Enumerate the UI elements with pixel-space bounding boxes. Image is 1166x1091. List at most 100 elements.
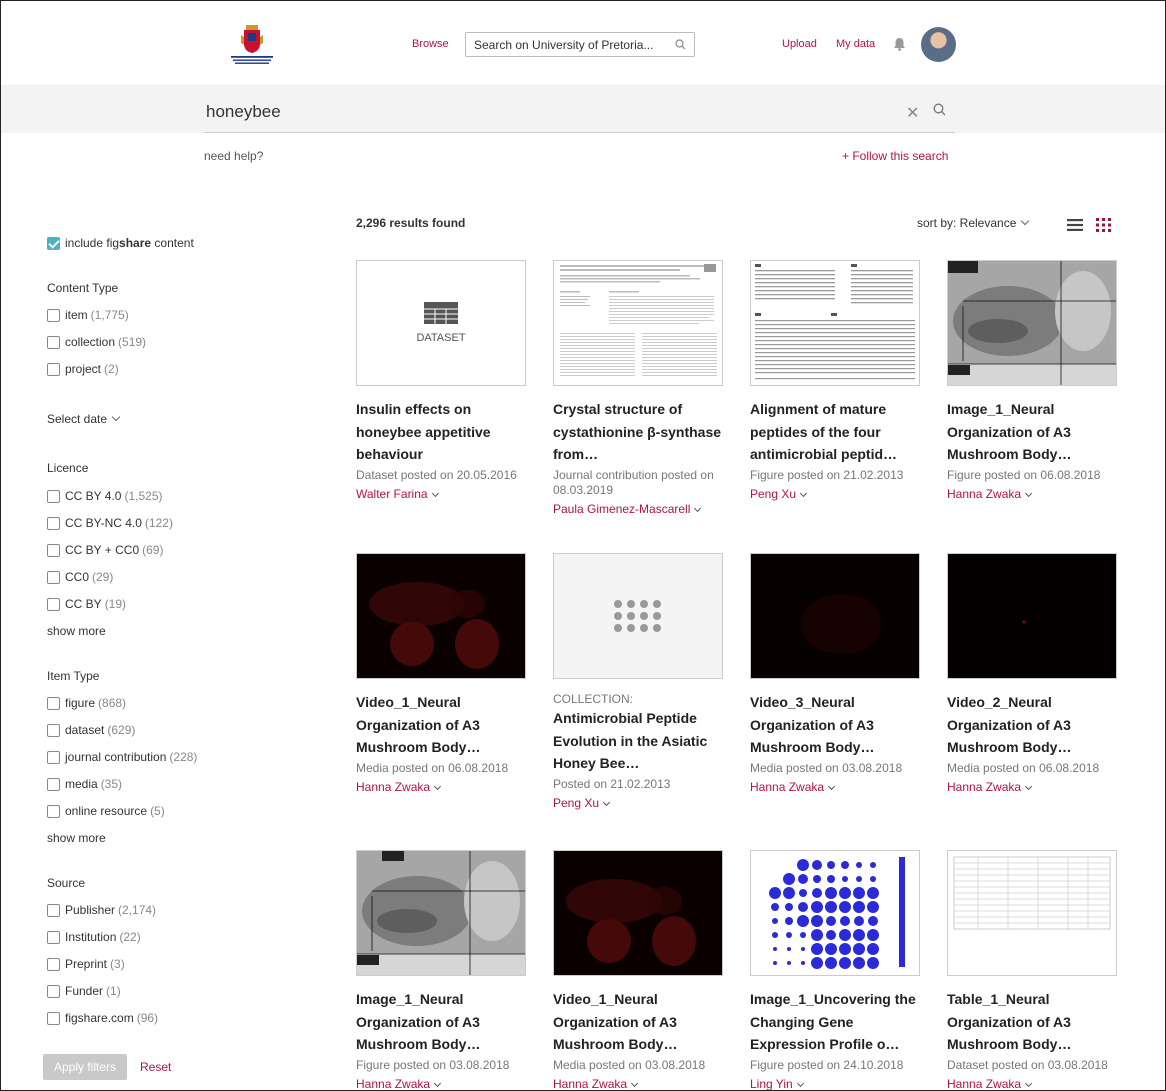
card-title[interactable]: Video_1_Neural Organization of A3 Mushro… (553, 988, 723, 1056)
chevron-down-icon[interactable] (434, 782, 442, 791)
checkbox-icon[interactable] (47, 777, 60, 791)
card-title[interactable]: Crystal structure of cystathionine β-syn… (553, 398, 723, 466)
card-thumbnail[interactable] (947, 260, 1117, 386)
filter-collection[interactable]: collection (519) (47, 335, 146, 349)
checkbox-icon[interactable] (47, 597, 60, 611)
result-card[interactable]: COLLECTION: Antimicrobial Peptide Evolut… (553, 553, 723, 811)
chevron-down-icon[interactable] (828, 782, 836, 791)
card-author[interactable]: Hanna Zwaka (947, 487, 1117, 502)
card-thumbnail[interactable] (947, 850, 1117, 976)
author-name[interactable]: Peng Xu (750, 487, 796, 501)
card-title[interactable]: Image_1_Uncovering the Changing Gene Exp… (750, 988, 920, 1056)
card-thumbnail[interactable] (553, 260, 723, 386)
reset-button[interactable]: Reset (140, 1060, 171, 1074)
filter-item[interactable]: item (1,775) (47, 308, 129, 322)
chevron-down-icon[interactable] (1025, 782, 1033, 791)
filter-item-type[interactable]: media (35) (47, 777, 122, 791)
author-name[interactable]: Hanna Zwaka (750, 780, 824, 794)
author-name[interactable]: Ling Yin (750, 1077, 793, 1090)
card-title[interactable]: Image_1_Neural Organization of A3 Mushro… (356, 988, 526, 1056)
checkbox-icon[interactable] (47, 1011, 60, 1025)
show-more-item-type-link[interactable]: show more (47, 831, 106, 845)
chevron-down-icon[interactable] (694, 504, 702, 513)
result-card[interactable]: Crystal structure of cystathionine β-syn… (553, 260, 723, 517)
bell-icon[interactable] (893, 37, 906, 51)
card-author[interactable]: Hanna Zwaka (356, 780, 526, 795)
browse-link[interactable]: Browse (412, 38, 449, 50)
sort-dropdown[interactable]: sort by: Relevance (917, 216, 1030, 230)
search-icon[interactable] (675, 39, 686, 50)
filter-item-type[interactable]: online resource (5) (47, 804, 165, 818)
card-author[interactable]: Hanna Zwaka (356, 1077, 526, 1090)
checkbox-icon[interactable] (47, 308, 60, 322)
chevron-down-icon[interactable] (631, 1079, 639, 1088)
card-thumbnail[interactable] (553, 553, 723, 679)
card-title[interactable]: Video_3_Neural Organization of A3 Mushro… (750, 691, 920, 759)
card-thumbnail[interactable] (553, 850, 723, 976)
author-name[interactable]: Hanna Zwaka (356, 1077, 430, 1090)
filter-licence[interactable]: CC BY (19) (47, 597, 126, 611)
filter-source[interactable]: Funder (1) (47, 984, 121, 998)
filter-licence[interactable]: CC BY 4.0 (1,525) (47, 489, 163, 503)
card-thumbnail[interactable] (750, 260, 920, 386)
site-search[interactable] (465, 32, 695, 57)
card-author[interactable]: Peng Xu (750, 487, 920, 502)
card-author[interactable]: Hanna Zwaka (947, 1077, 1117, 1090)
result-card[interactable]: DATASET Insulin effects on honeybee appe… (356, 260, 526, 502)
card-author[interactable]: Peng Xu (553, 796, 723, 811)
card-thumbnail[interactable]: DATASET (356, 260, 526, 386)
filter-licence[interactable]: CC BY-NC 4.0 (122) (47, 516, 173, 530)
author-name[interactable]: Hanna Zwaka (947, 487, 1021, 501)
chevron-down-icon[interactable] (800, 489, 808, 498)
filter-project[interactable]: project (2) (47, 362, 119, 376)
checkbox-icon[interactable] (47, 516, 60, 530)
apply-filters-button[interactable]: Apply filters (43, 1054, 127, 1080)
card-thumbnail[interactable] (750, 850, 920, 976)
author-name[interactable]: Paula Gimenez-Mascarell (553, 502, 690, 516)
checkbox-icon[interactable] (47, 543, 60, 557)
site-search-input[interactable] (474, 37, 664, 52)
card-thumbnail[interactable] (356, 553, 526, 679)
filter-source[interactable]: Preprint (3) (47, 957, 125, 971)
card-thumbnail[interactable] (356, 850, 526, 976)
chevron-down-icon[interactable] (431, 489, 439, 498)
close-icon[interactable]: ✕ (906, 103, 919, 123)
chevron-down-icon[interactable] (796, 1079, 804, 1088)
show-more-licence-link[interactable]: show more (47, 624, 106, 638)
filter-item-type[interactable]: dataset (629) (47, 723, 135, 737)
author-name[interactable]: Peng Xu (553, 796, 599, 810)
checkbox-icon[interactable] (47, 335, 60, 349)
checkbox-icon[interactable] (47, 750, 60, 764)
filter-licence[interactable]: CC BY + CC0 (69) (47, 543, 163, 557)
card-title[interactable]: Video_1_Neural Organization of A3 Mushro… (356, 691, 526, 759)
checkbox-icon[interactable] (47, 570, 60, 584)
card-title[interactable]: Alignment of mature peptides of the four… (750, 398, 920, 466)
grid-view-icon[interactable] (1096, 218, 1112, 232)
checkbox-icon[interactable] (47, 723, 60, 737)
result-card[interactable]: Image_1_Uncovering the Changing Gene Exp… (750, 850, 920, 1090)
card-author[interactable]: Hanna Zwaka (750, 780, 920, 795)
university-logo[interactable] (227, 23, 277, 65)
card-title[interactable]: Image_1_Neural Organization of A3 Mushro… (947, 398, 1117, 466)
search-icon[interactable] (933, 103, 946, 116)
checkbox-icon[interactable] (47, 362, 60, 376)
checkbox-icon[interactable] (47, 236, 60, 250)
checkbox-icon[interactable] (47, 903, 60, 917)
filter-source[interactable]: Institution (22) (47, 930, 141, 944)
card-thumbnail[interactable] (750, 553, 920, 679)
chevron-down-icon[interactable] (603, 798, 611, 807)
card-author[interactable]: Paula Gimenez-Mascarell (553, 502, 723, 517)
chevron-down-icon[interactable] (434, 1079, 442, 1088)
card-author[interactable]: Walter Farina (356, 487, 526, 502)
result-card[interactable]: Video_3_Neural Organization of A3 Mushro… (750, 553, 920, 795)
filter-item-type[interactable]: journal contribution (228) (47, 750, 197, 764)
filter-licence[interactable]: CC0 (29) (47, 570, 113, 584)
include-figshare-toggle[interactable]: include fig share content (47, 236, 194, 250)
author-name[interactable]: Hanna Zwaka (947, 1077, 1021, 1090)
filter-item-type[interactable]: figure (868) (47, 696, 126, 710)
result-card[interactable]: Video_1_Neural Organization of A3 Mushro… (356, 553, 526, 795)
need-help-link[interactable]: need help? (204, 149, 263, 163)
author-name[interactable]: Hanna Zwaka (947, 780, 1021, 794)
checkbox-icon[interactable] (47, 984, 60, 998)
chevron-down-icon[interactable] (1025, 489, 1033, 498)
